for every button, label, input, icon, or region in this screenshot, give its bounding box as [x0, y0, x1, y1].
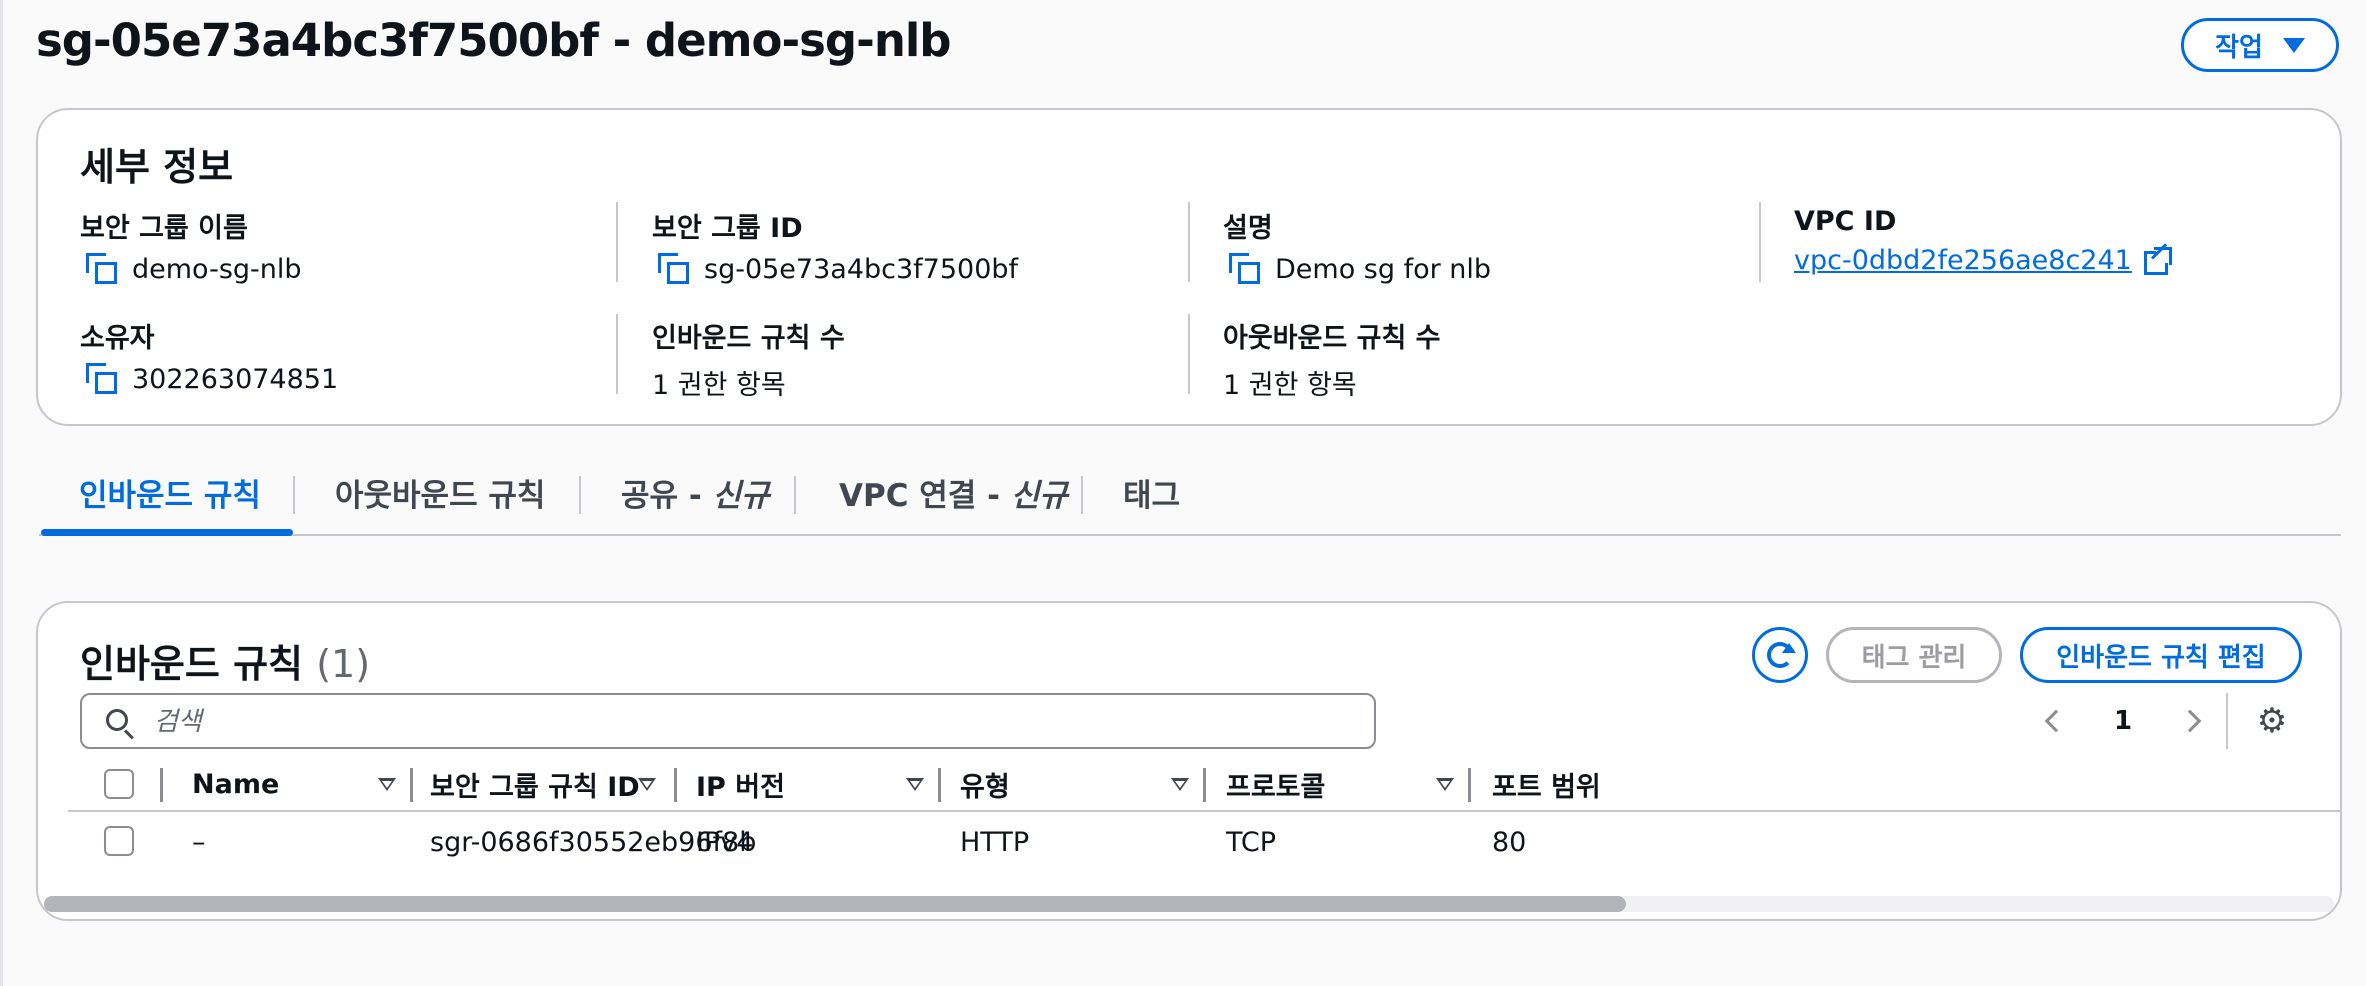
refresh-icon	[1767, 642, 1796, 668]
tab-divider	[579, 476, 581, 514]
column-header-protocol[interactable]: 프로토콜	[1226, 758, 1325, 810]
field-sg-id: 보안 그룹 ID sg-05e73a4bc3f7500bf	[652, 206, 1018, 285]
field-label: 보안 그룹 이름	[80, 213, 248, 244]
table-row[interactable]: – sgr-0686f30552eb96f8b IPv4 HTTP TCP 80	[68, 812, 2340, 874]
column-divider	[1759, 202, 1761, 282]
field-vpc-id: VPC ID vpc-0dbd2fe256ae8c241	[1794, 206, 2172, 276]
sort-caret-icon[interactable]	[1436, 778, 1454, 791]
field-sg-name: 보안 그룹 이름 demo-sg-nlb	[80, 206, 302, 285]
cell-type: HTTP	[960, 826, 1030, 858]
column-divider	[160, 768, 163, 802]
page-number[interactable]: 1	[2114, 706, 2132, 736]
sort-caret-icon[interactable]	[1171, 778, 1189, 791]
search-icon	[106, 709, 128, 731]
search-input[interactable]	[152, 701, 1356, 743]
manage-tags-button[interactable]: 태그 관리	[1826, 627, 2002, 683]
actions-button-label: 작업	[2215, 32, 2263, 63]
tab-vpc-associations[interactable]: VPC 연결 - 신규	[839, 470, 1068, 515]
field-outbound-count: 아웃바운드 규칙 수 1 권한 항목	[1223, 316, 1441, 402]
field-value: Demo sg for nlb	[1275, 253, 1492, 285]
column-header-name[interactable]: Name	[192, 758, 279, 810]
tab-divider	[1081, 476, 1083, 514]
chevron-right-icon[interactable]	[2178, 709, 2202, 733]
tab-outbound-rules[interactable]: 아웃바운드 규칙	[335, 470, 545, 515]
rules-panel-title: 인바운드 규칙 (1)	[80, 642, 371, 686]
pagination: 1	[2038, 699, 2208, 743]
field-label: 아웃바운드 규칙 수	[1223, 323, 1441, 354]
cell-port-range: 80	[1492, 826, 1527, 858]
copy-icon[interactable]	[86, 253, 118, 285]
tab-divider	[794, 476, 796, 514]
field-owner: 소유자 302263074851	[80, 316, 338, 395]
caret-down-icon	[2282, 37, 2305, 53]
field-value: 1 권한 항목	[1223, 370, 1357, 401]
copy-icon[interactable]	[1229, 253, 1261, 285]
tab-baseline	[39, 534, 2341, 536]
sort-caret-icon[interactable]	[378, 778, 396, 791]
gear-icon[interactable]: ⚙	[2256, 704, 2288, 738]
page: sg-05e73a4bc3f7500bf - demo-sg-nlb 작업 세부…	[0, 0, 2366, 986]
pager-divider	[2226, 693, 2228, 749]
row-checkbox[interactable]	[104, 826, 134, 856]
field-value: demo-sg-nlb	[132, 253, 302, 285]
external-link-icon	[2143, 242, 2172, 275]
tab-divider	[293, 476, 295, 514]
field-label: 설명	[1223, 213, 1273, 244]
column-header-port-range[interactable]: 포트 범위	[1492, 758, 1601, 810]
page-title: sg-05e73a4bc3f7500bf - demo-sg-nlb	[36, 14, 951, 67]
actions-button[interactable]: 작업	[2181, 18, 2339, 72]
tab-sharing[interactable]: 공유 - 신규	[621, 470, 770, 515]
chevron-left-icon[interactable]	[2044, 709, 2068, 733]
cell-ip-version: IPv4	[696, 826, 754, 858]
column-divider	[1188, 314, 1190, 394]
field-label: 소유자	[80, 323, 155, 354]
column-divider	[616, 202, 618, 282]
search-field	[80, 693, 1376, 749]
refresh-button[interactable]	[1752, 627, 1808, 683]
select-all-checkbox[interactable]	[104, 769, 134, 799]
field-inbound-count: 인바운드 규칙 수 1 권한 항목	[652, 316, 845, 402]
column-header-type[interactable]: 유형	[960, 758, 1010, 810]
cell-protocol: TCP	[1226, 826, 1277, 858]
column-header-ip-version[interactable]: IP 버전	[696, 758, 785, 810]
horizontal-scrollbar[interactable]	[44, 896, 2334, 912]
field-value: sg-05e73a4bc3f7500bf	[704, 253, 1019, 285]
column-divider	[1188, 202, 1190, 282]
tab-tags[interactable]: 태그	[1123, 470, 1180, 515]
scrollbar-thumb[interactable]	[44, 896, 1626, 912]
field-description: 설명 Demo sg for nlb	[1223, 206, 1491, 285]
sort-caret-icon[interactable]	[638, 778, 656, 791]
column-divider[interactable]	[1468, 768, 1471, 802]
vpc-id-link[interactable]: vpc-0dbd2fe256ae8c241	[1794, 245, 2132, 276]
column-divider[interactable]	[410, 768, 413, 802]
column-divider[interactable]	[674, 768, 677, 802]
field-label: 보안 그룹 ID	[652, 213, 803, 244]
column-divider[interactable]	[938, 768, 941, 802]
field-label: VPC ID	[1794, 206, 1897, 237]
cell-name: –	[192, 826, 206, 858]
table-header: Name 보안 그룹 규칙 ID IP 버전 유형 프로토콜 포트 범위	[68, 758, 2340, 812]
column-divider[interactable]	[1203, 768, 1206, 802]
details-title: 세부 정보	[80, 145, 234, 189]
tab-inbound-rules[interactable]: 인바운드 규칙	[79, 470, 261, 515]
field-value: 302263074851	[132, 363, 339, 395]
field-value: 1 권한 항목	[652, 370, 786, 401]
field-label: 인바운드 규칙 수	[652, 323, 845, 354]
column-divider	[616, 314, 618, 394]
tab-bar: 인바운드 규칙 아웃바운드 규칙 공유 - 신규 VPC 연결 - 신규 태그	[39, 470, 2341, 536]
sort-caret-icon[interactable]	[906, 778, 924, 791]
inbound-rules-panel: 인바운드 규칙 (1) 태그 관리 인바운드 규칙 편집 1 ⚙ Name	[36, 601, 2342, 921]
details-panel: 세부 정보 보안 그룹 이름 demo-sg-nlb 보안 그룹 ID sg-0…	[36, 108, 2342, 426]
edit-inbound-rules-button[interactable]: 인바운드 규칙 편집	[2020, 627, 2302, 683]
active-tab-indicator	[41, 529, 293, 536]
column-header-rule-id[interactable]: 보안 그룹 규칙 ID	[430, 758, 640, 810]
copy-icon[interactable]	[86, 363, 118, 395]
copy-icon[interactable]	[658, 253, 690, 285]
rules-count: (1)	[316, 642, 371, 686]
